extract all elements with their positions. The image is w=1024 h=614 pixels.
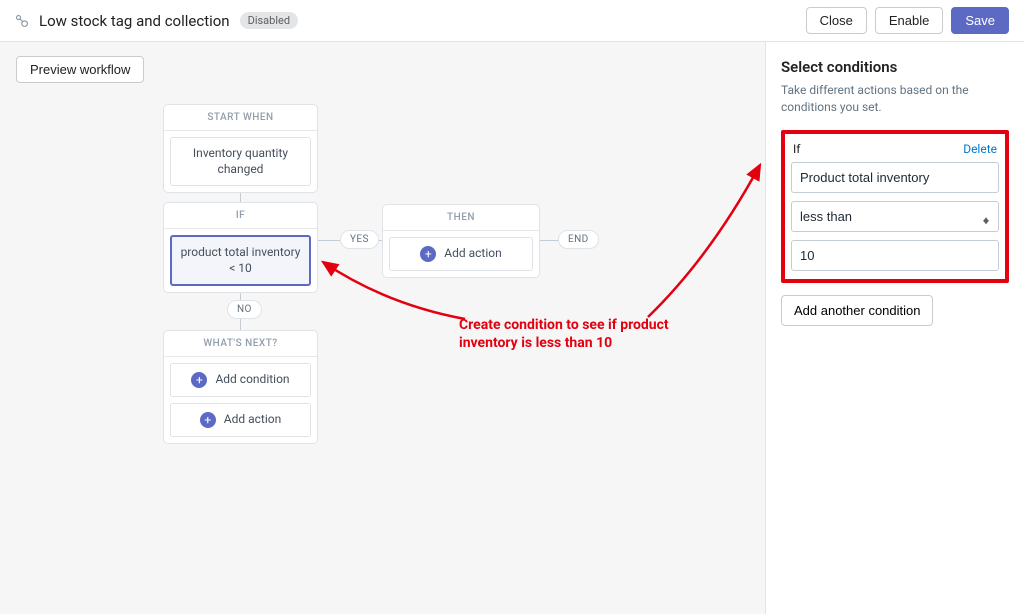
- plus-icon: +: [191, 372, 207, 388]
- sidebar-title: Select conditions: [781, 58, 1009, 76]
- sidebar: Select conditions Take different actions…: [765, 42, 1024, 614]
- node-start[interactable]: START WHEN Inventory quantity changed: [163, 104, 318, 193]
- annotation-line2: inventory is less than 10: [459, 334, 669, 352]
- label-no: NO: [227, 300, 262, 319]
- add-another-condition-button[interactable]: Add another condition: [781, 295, 933, 326]
- workflow-canvas: Preview workflow START WHEN Inventory qu…: [0, 42, 765, 614]
- if-label: If: [793, 142, 800, 156]
- topbar-actions: Close Enable Save: [806, 7, 1009, 34]
- label-yes: YES: [340, 230, 379, 249]
- condition-value-input[interactable]: [791, 240, 999, 271]
- node-start-head: START WHEN: [164, 105, 317, 131]
- condition-field-input[interactable]: [791, 162, 999, 193]
- status-badge: Disabled: [240, 12, 298, 29]
- annotation-arrow-right: [640, 157, 780, 322]
- plus-icon: +: [420, 246, 436, 262]
- topbar-left: Low stock tag and collection Disabled: [15, 12, 298, 30]
- topbar: Low stock tag and collection Disabled Cl…: [0, 0, 1024, 42]
- delete-condition-link[interactable]: Delete: [963, 142, 997, 156]
- preview-workflow-button[interactable]: Preview workflow: [16, 56, 144, 83]
- add-action-label: Add action: [444, 246, 501, 262]
- plus-icon: +: [200, 412, 216, 428]
- add-action-label: Add action: [224, 412, 281, 428]
- sidebar-subtitle: Take different actions based on the cond…: [781, 82, 1009, 116]
- node-if[interactable]: IF product total inventory < 10: [163, 202, 318, 293]
- close-button[interactable]: Close: [806, 7, 867, 34]
- save-button[interactable]: Save: [951, 7, 1009, 34]
- add-condition-label: Add condition: [215, 372, 289, 388]
- condition-header: If Delete: [791, 140, 999, 162]
- node-if-body[interactable]: product total inventory < 10: [170, 235, 311, 286]
- workflow-icon: [15, 14, 29, 28]
- label-end: END: [558, 230, 599, 249]
- add-condition-button[interactable]: + Add condition: [170, 363, 311, 397]
- node-start-body: Inventory quantity changed: [170, 137, 311, 186]
- node-if-head: IF: [164, 203, 317, 229]
- page-title: Low stock tag and collection: [39, 12, 230, 30]
- enable-button[interactable]: Enable: [875, 7, 943, 34]
- add-action-button-then[interactable]: + Add action: [389, 237, 533, 271]
- node-then-head: THEN: [383, 205, 539, 231]
- annotation-text: Create condition to see if product inven…: [459, 316, 669, 352]
- node-whats-next[interactable]: WHAT'S NEXT? + Add condition + Add actio…: [163, 330, 318, 444]
- condition-box: If Delete: [781, 130, 1009, 283]
- node-next-head: WHAT'S NEXT?: [164, 331, 317, 357]
- condition-operator-select[interactable]: [791, 201, 999, 232]
- annotation-line1: Create condition to see if product: [459, 316, 669, 334]
- node-then[interactable]: THEN + Add action: [382, 204, 540, 278]
- add-action-button-next[interactable]: + Add action: [170, 403, 311, 437]
